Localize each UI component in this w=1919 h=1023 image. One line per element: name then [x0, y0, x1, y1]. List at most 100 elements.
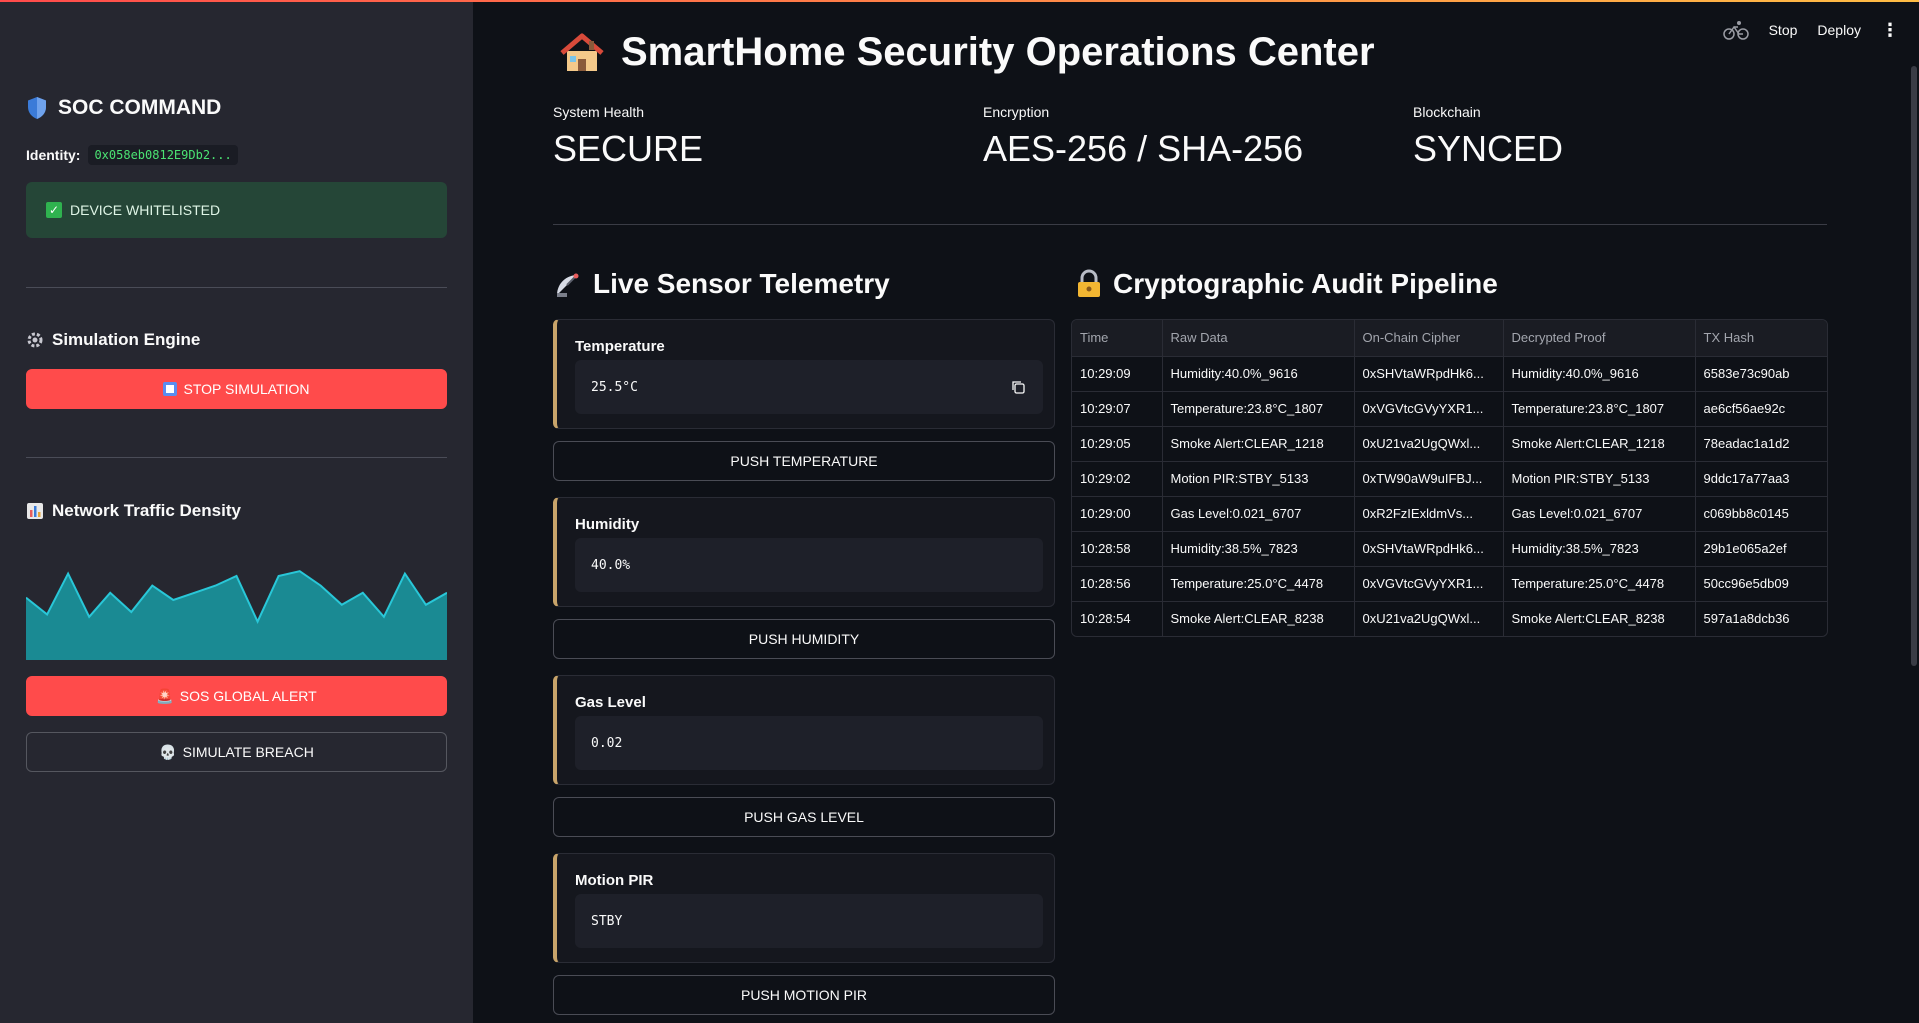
sensor-card-temperature: Temperature 25.5°C: [553, 319, 1055, 429]
bar-chart-icon: [27, 503, 43, 519]
table-cell: 10:29:05: [1072, 426, 1163, 462]
table-row[interactable]: 10:28:58 Humidity:38.5%_7823 0xSHVtaWRpdHk…: [1072, 531, 1827, 567]
satellite-dish-icon: [557, 273, 579, 297]
sensor-label: Motion PIR: [575, 872, 654, 889]
simulation-engine-label: Simulation Engine: [52, 330, 201, 349]
sensor-label: Gas Level: [575, 694, 646, 711]
table-cell: 29b1e065a2ef: [1695, 531, 1827, 567]
simulate-breach-button[interactable]: 💀 SIMULATE BREACH: [26, 732, 447, 772]
stop-square-icon: [163, 382, 178, 396]
table-cell: Temperature:25.0°C_4478: [1162, 566, 1355, 602]
table-cell: 0xVGVtcGVyYXR1...: [1354, 566, 1504, 602]
metric-label: Encryption: [983, 104, 1050, 120]
metric-value: SECURE: [553, 128, 704, 169]
sos-global-alert-button[interactable]: 🚨 SOS GLOBAL ALERT: [26, 676, 447, 716]
table-row[interactable]: 10:29:05 Smoke Alert:CLEAR_1218 0xU21va2Ug…: [1072, 426, 1827, 462]
running-cyclist-icon: [1722, 21, 1749, 40]
push-gas-level-button[interactable]: PUSH GAS LEVEL: [553, 797, 1055, 837]
skull-icon: 💀: [159, 743, 177, 760]
stop-button[interactable]: Stop: [1769, 22, 1798, 38]
stop-simulation-label: STOP SIMULATION: [183, 381, 310, 397]
table-cell: Smoke Alert:CLEAR_1218: [1162, 426, 1355, 462]
table-cell: Humidity:40.0%_9616: [1162, 356, 1355, 392]
column-header[interactable]: On-Chain Cipher: [1354, 320, 1504, 357]
identity-address: 0x058eb0812E9Db2...: [88, 145, 238, 165]
column-header[interactable]: Decrypted Proof: [1503, 320, 1696, 357]
audit-table[interactable]: Time Raw Data On-Chain Cipher Decrypted …: [1071, 319, 1828, 637]
sensor-label: Temperature: [575, 338, 665, 355]
network-traffic-chart: [26, 570, 447, 660]
table-cell: 10:28:56: [1072, 566, 1163, 602]
table-cell: Motion PIR:STBY_5133: [1503, 461, 1696, 497]
push-humidity-button[interactable]: PUSH HUMIDITY: [553, 619, 1055, 659]
network-traffic-label: Network Traffic Density: [52, 501, 241, 520]
sensor-card-gas-level: Gas Level 0.02: [553, 675, 1055, 785]
lock-key-icon: [1078, 269, 1100, 297]
table-cell: Motion PIR:STBY_5133: [1162, 461, 1355, 497]
table-cell: 10:28:58: [1072, 531, 1163, 567]
simulation-engine-heading: Simulation Engine: [26, 330, 200, 350]
table-cell: 9ddc17a77aa3: [1695, 461, 1827, 497]
table-cell: Temperature:23.8°C_1807: [1162, 391, 1355, 427]
shield-icon: [28, 97, 46, 119]
sensor-value-text: 25.5°C: [591, 379, 638, 395]
main-menu-icon[interactable]: ⋮: [1881, 20, 1899, 41]
column-header[interactable]: TX Hash: [1695, 320, 1827, 357]
table-cell: Smoke Alert:CLEAR_8238: [1162, 601, 1355, 636]
sensor-label: Humidity: [575, 516, 640, 533]
table-cell: 50cc96e5db09: [1695, 566, 1827, 602]
deploy-button[interactable]: Deploy: [1817, 22, 1861, 38]
push-temperature-button[interactable]: PUSH TEMPERATURE: [553, 441, 1055, 481]
breach-label: SIMULATE BREACH: [182, 744, 314, 760]
metric-encryption: Encryption AES-256 / SHA-256: [983, 104, 1303, 170]
table-cell: Temperature:23.8°C_1807: [1503, 391, 1696, 427]
table-cell: 0xSHVtaWRpdHk6...: [1354, 531, 1504, 567]
sidebar-title-text: SOC COMMAND: [58, 96, 222, 119]
table-row[interactable]: 10:28:56 Temperature:25.0°C_4478 0xVGVtcGV…: [1072, 566, 1827, 602]
column-header[interactable]: Raw Data: [1162, 320, 1355, 357]
house-icon: [560, 33, 604, 71]
identity-label: Identity:: [26, 147, 81, 163]
column-header[interactable]: Time: [1072, 320, 1163, 357]
metric-label: Blockchain: [1413, 104, 1481, 120]
app-header-toolbar: Stop Deploy ⋮: [1722, 14, 1919, 46]
table-cell: 6583e73c90ab: [1695, 356, 1827, 392]
sos-label: SOS GLOBAL ALERT: [179, 688, 317, 704]
sensor-value: 25.5°C: [575, 360, 1043, 414]
table-cell: c069bb8c0145: [1695, 496, 1827, 532]
telemetry-heading-text: Live Sensor Telemetry: [593, 268, 890, 299]
network-traffic-heading: Network Traffic Density: [26, 501, 241, 521]
table-cell: 78eadac1a1d2: [1695, 426, 1827, 462]
table-row[interactable]: 10:29:09 Humidity:40.0%_9616 0xSHVtaWRpdHk…: [1072, 356, 1827, 392]
copy-icon[interactable]: [1011, 380, 1025, 394]
table-cell: 0xU21va2UgQWxl...: [1354, 601, 1504, 636]
audit-heading: Cryptographic Audit Pipeline: [1075, 268, 1498, 300]
table-cell: Gas Level:0.021_6707: [1162, 496, 1355, 532]
audit-heading-text: Cryptographic Audit Pipeline: [1113, 268, 1498, 299]
sidebar-divider: [26, 457, 447, 458]
metric-label: System Health: [553, 104, 645, 120]
table-cell: 0xU21va2UgQWxl...: [1354, 426, 1504, 462]
table-row[interactable]: 10:29:00 Gas Level:0.021_6707 0xR2FzIExldm…: [1072, 496, 1827, 532]
telemetry-heading: Live Sensor Telemetry: [553, 268, 890, 300]
table-row[interactable]: 10:29:07 Temperature:23.8°C_1807 0xVGVtcGV…: [1072, 391, 1827, 427]
table-cell: Temperature:25.0°C_4478: [1503, 566, 1696, 602]
table-header-row: Time Raw Data On-Chain Cipher Decrypted …: [1072, 320, 1827, 357]
stop-simulation-button[interactable]: STOP SIMULATION: [26, 369, 447, 409]
table-cell: Smoke Alert:CLEAR_1218: [1503, 426, 1696, 462]
whitelist-status-text: DEVICE WHITELISTED: [70, 202, 221, 218]
table-row[interactable]: 10:29:02 Motion PIR:STBY_5133 0xTW90aW9uIF…: [1072, 461, 1827, 497]
table-cell: 0xSHVtaWRpdHk6...: [1354, 356, 1504, 392]
sensor-value: 0.02: [575, 716, 1043, 770]
metric-value: AES-256 / SHA-256: [983, 128, 1304, 169]
page-title: SmartHome Security Operations Center: [559, 30, 1375, 75]
push-motion-pir-button[interactable]: PUSH MOTION PIR: [553, 975, 1055, 1015]
table-cell: 597a1a8dcb36: [1703, 611, 1790, 627]
table-row[interactable]: 10:28:54 Smoke Alert:CLEAR_8238 0xU21va2Ug…: [1072, 601, 1827, 636]
main-scrollbar[interactable]: [1911, 66, 1917, 666]
table-cell: 0xR2FzIExldmVs...: [1354, 496, 1504, 532]
gear-icon: [27, 332, 43, 348]
siren-icon: 🚨: [156, 687, 174, 704]
sensor-value: 40.0%: [575, 538, 1043, 592]
page-title-text: SmartHome Security Operations Center: [621, 30, 1375, 74]
